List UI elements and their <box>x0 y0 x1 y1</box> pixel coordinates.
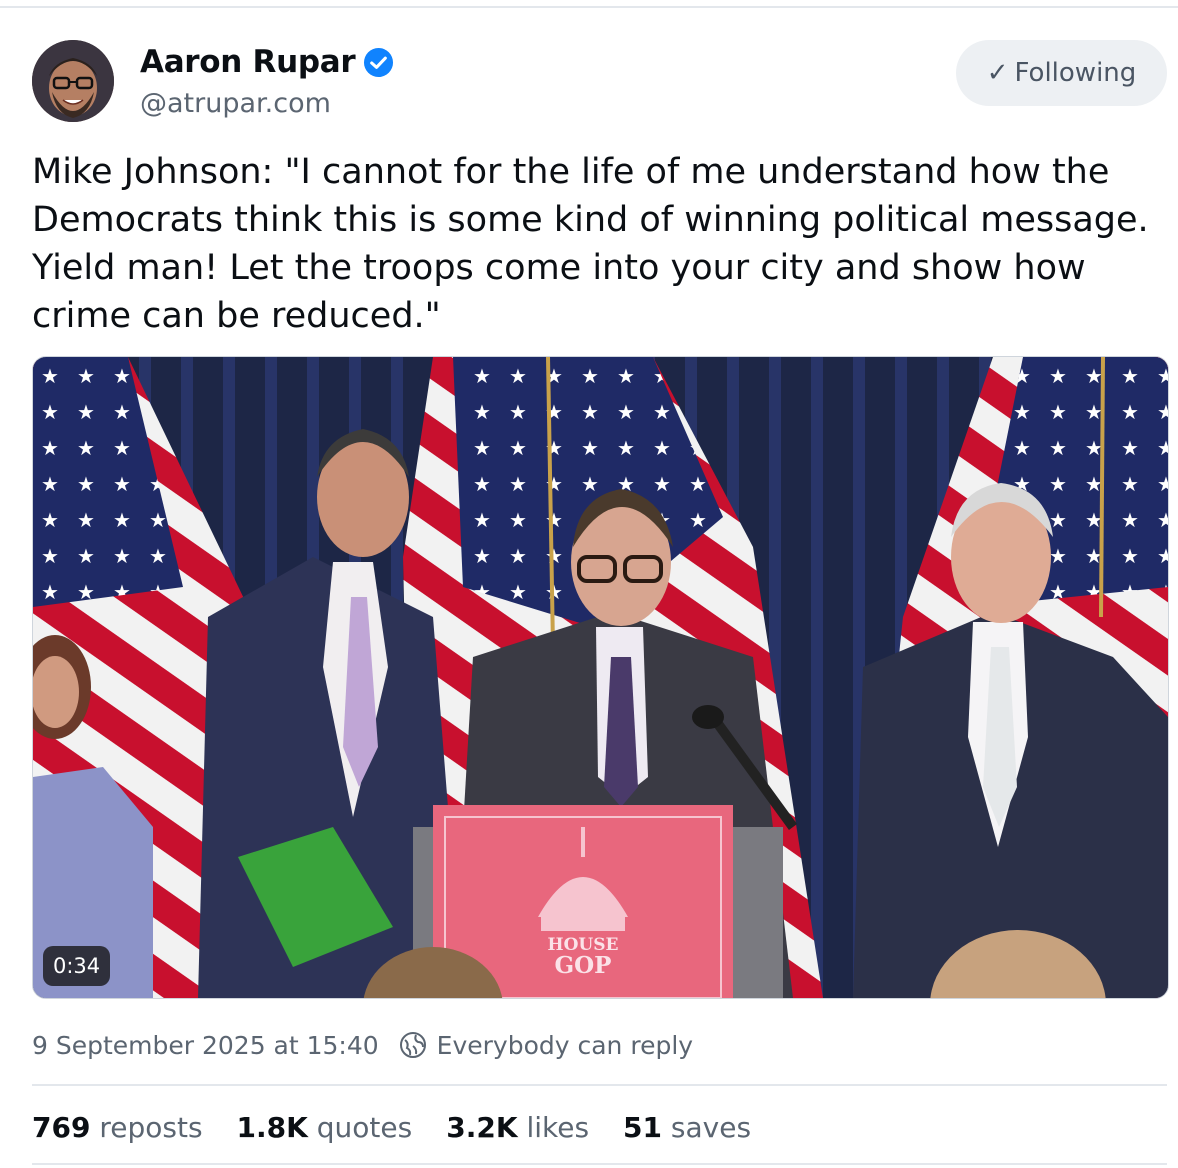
video-player[interactable]: ★ <box>32 356 1169 999</box>
likes-label: likes <box>526 1110 590 1144</box>
quotes-stat[interactable]: 1.8K quotes <box>237 1111 413 1144</box>
post-text: Mike Johnson: "I cannot for the life of … <box>32 152 1149 336</box>
verified-badge-icon <box>364 47 394 77</box>
reposts-count: 769 <box>32 1110 91 1144</box>
globe-reply-icon <box>399 1032 426 1058</box>
following-button[interactable]: ✓ Following <box>956 40 1167 106</box>
saves-count: 51 <box>623 1110 662 1144</box>
top-divider <box>0 6 1178 8</box>
reply-setting: Everybody can reply <box>399 1031 693 1060</box>
reposts-label: reposts <box>99 1110 203 1144</box>
avatar-photo <box>32 40 114 122</box>
stats-divider-bottom <box>32 1163 1167 1165</box>
stats-divider-top <box>32 1084 1167 1086</box>
post-timestamp[interactable]: 9 September 2025 at 15:40 <box>32 1031 379 1060</box>
likes-count: 3.2K <box>446 1110 518 1144</box>
saves-stat[interactable]: 51 saves <box>623 1111 751 1144</box>
saves-label: saves <box>670 1110 752 1144</box>
engagement-stats: 769 reposts 1.8K quotes 3.2K likes 51 sa… <box>32 1106 785 1148</box>
author-name-row: Aaron Rupar <box>140 42 394 82</box>
video-duration-badge: 0:34 <box>43 946 111 986</box>
checkmark-icon: ✓ <box>986 58 1009 88</box>
post-meta-row: 9 September 2025 at 15:40 Everybody can … <box>32 1026 693 1064</box>
likes-stat[interactable]: 3.2K likes <box>446 1111 589 1144</box>
podium-sign-line2: GOP <box>555 952 612 979</box>
video-thumbnail: ★ <box>33 357 1168 998</box>
author-display-name[interactable]: Aaron Rupar <box>140 44 356 80</box>
following-button-label: Following <box>1014 58 1137 88</box>
quotes-label: quotes <box>316 1110 413 1144</box>
reply-setting-label: Everybody can reply <box>436 1030 694 1060</box>
author-handle[interactable]: @atrupar.com <box>140 88 331 119</box>
reposts-stat[interactable]: 769 reposts <box>32 1111 203 1144</box>
avatar[interactable] <box>32 40 114 122</box>
quotes-count: 1.8K <box>236 1110 308 1144</box>
